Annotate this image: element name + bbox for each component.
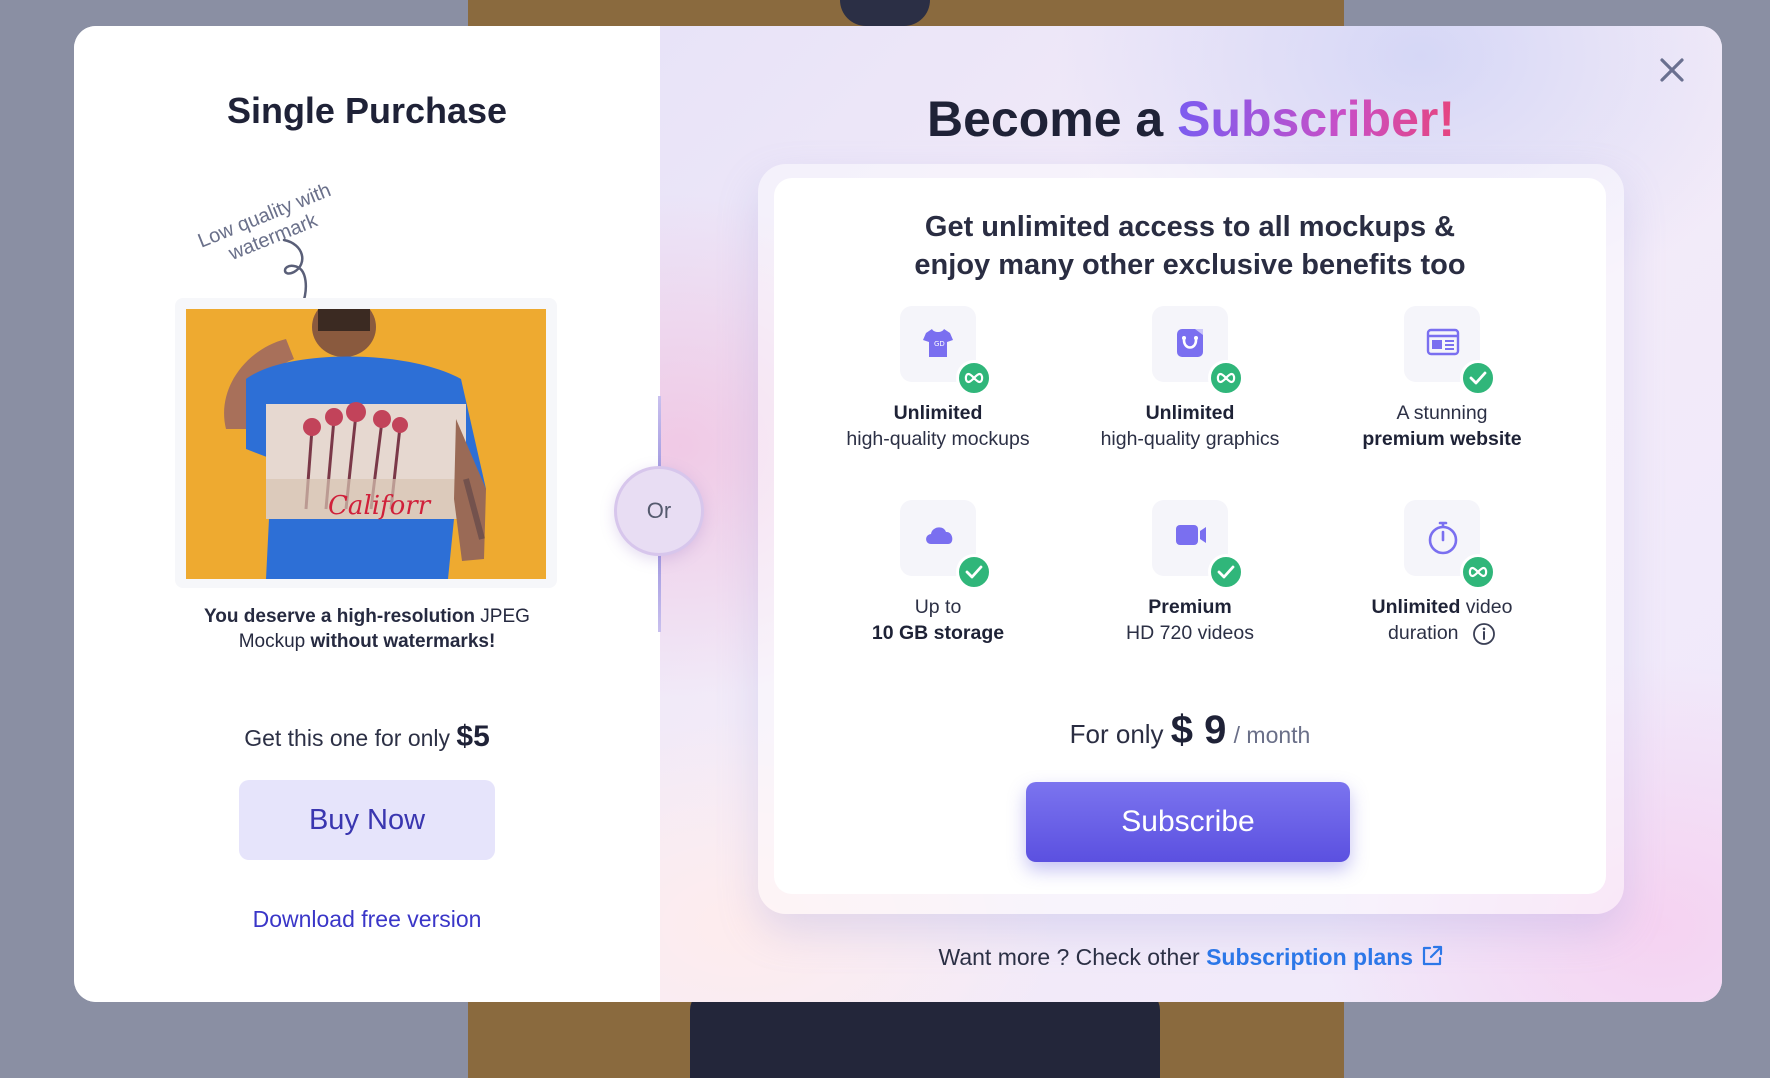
- download-free-link[interactable]: Download free version: [74, 906, 660, 933]
- single-price-prefix: Get this one for only: [244, 725, 451, 751]
- more-plans-line: Want more ? Check other Subscription pla…: [660, 944, 1722, 971]
- single-price-amount: $5: [456, 720, 490, 753]
- mockup-description: high-resolution You deserve a high-resol…: [74, 604, 660, 654]
- subscription-plans-link[interactable]: Subscription plans: [1206, 944, 1413, 970]
- svg-text:Califorr: Califorr: [328, 491, 432, 521]
- subscription-price-prefix: For only: [1069, 719, 1164, 749]
- mockup-image: Califorr: [186, 309, 546, 579]
- feature-premium-website: A stunning premium website: [1327, 306, 1557, 452]
- subscribe-title-accent: Subscriber!: [1177, 91, 1455, 147]
- benefits-card: Get unlimited access to all mockups & en…: [774, 178, 1606, 894]
- feature-video-duration: Unlimited video duration: [1327, 500, 1557, 646]
- benefits-headline: Get unlimited access to all mockups & en…: [914, 211, 1466, 281]
- mockup-preview: Califorr: [175, 298, 557, 588]
- subscription-price: For only $ 9 / month: [774, 708, 1606, 753]
- video-icon: [1176, 525, 1206, 545]
- subscribe-title: Become a Subscriber!: [927, 91, 1455, 147]
- subscribe-button[interactable]: Subscribe: [1026, 782, 1350, 862]
- cloud-icon: [926, 527, 953, 544]
- single-price: Get this one for only $5: [74, 720, 660, 754]
- close-icon: [1660, 58, 1684, 82]
- info-icon[interactable]: [1472, 622, 1496, 646]
- background-shirt-collar: [840, 0, 930, 26]
- or-divider: Or: [614, 466, 704, 556]
- feature-premium-videos: Premium HD 720 videos: [1075, 500, 1305, 646]
- subscription-modal: Single Purchase Low quality with waterma…: [74, 26, 1722, 1002]
- graphics-icon: [1177, 329, 1203, 357]
- external-link-icon[interactable]: [1420, 944, 1444, 968]
- infinity-badge-icon: [1460, 554, 1496, 590]
- subscription-price-amount: $ 9: [1170, 708, 1227, 752]
- subscribe-panel: Become a Subscriber! Get unlimited acces…: [660, 26, 1722, 1002]
- timer-icon: [1428, 521, 1458, 555]
- desc-line1-c: JPEG: [475, 606, 530, 627]
- single-purchase-panel: Single Purchase Low quality with waterma…: [74, 26, 660, 1002]
- background-shirt: [690, 990, 1160, 1078]
- check-badge-icon: [956, 554, 992, 590]
- tshirt-mockup-illustration: Califorr: [186, 309, 546, 579]
- desc-line1-a: You deserve a: [204, 606, 337, 627]
- subscription-price-period: / month: [1233, 722, 1311, 748]
- website-icon: [1426, 328, 1460, 356]
- tshirt-icon: GD: [923, 329, 953, 357]
- check-badge-icon: [1460, 360, 1496, 396]
- feature-unlimited-mockups: GD Unlimited high-quality mockups: [823, 306, 1053, 452]
- feature-unlimited-graphics: Unlimited high-quality graphics: [1075, 306, 1305, 452]
- desc-line1-b: high-resolution: [336, 606, 476, 627]
- more-plans-text: Want more ? Check other: [938, 944, 1200, 970]
- desc-line2-b: without watermarks!: [310, 631, 496, 652]
- feature-storage: Up to 10 GB storage: [823, 500, 1053, 646]
- single-purchase-title: Single Purchase: [226, 90, 508, 131]
- infinity-badge-icon: [1208, 360, 1244, 396]
- svg-text:GD: GD: [934, 340, 945, 348]
- buy-now-button[interactable]: Buy Now: [239, 780, 495, 860]
- desc-line2-a: Mockup: [238, 631, 311, 652]
- check-badge-icon: [1208, 554, 1244, 590]
- infinity-badge-icon: [956, 360, 992, 396]
- close-button[interactable]: [1652, 50, 1692, 90]
